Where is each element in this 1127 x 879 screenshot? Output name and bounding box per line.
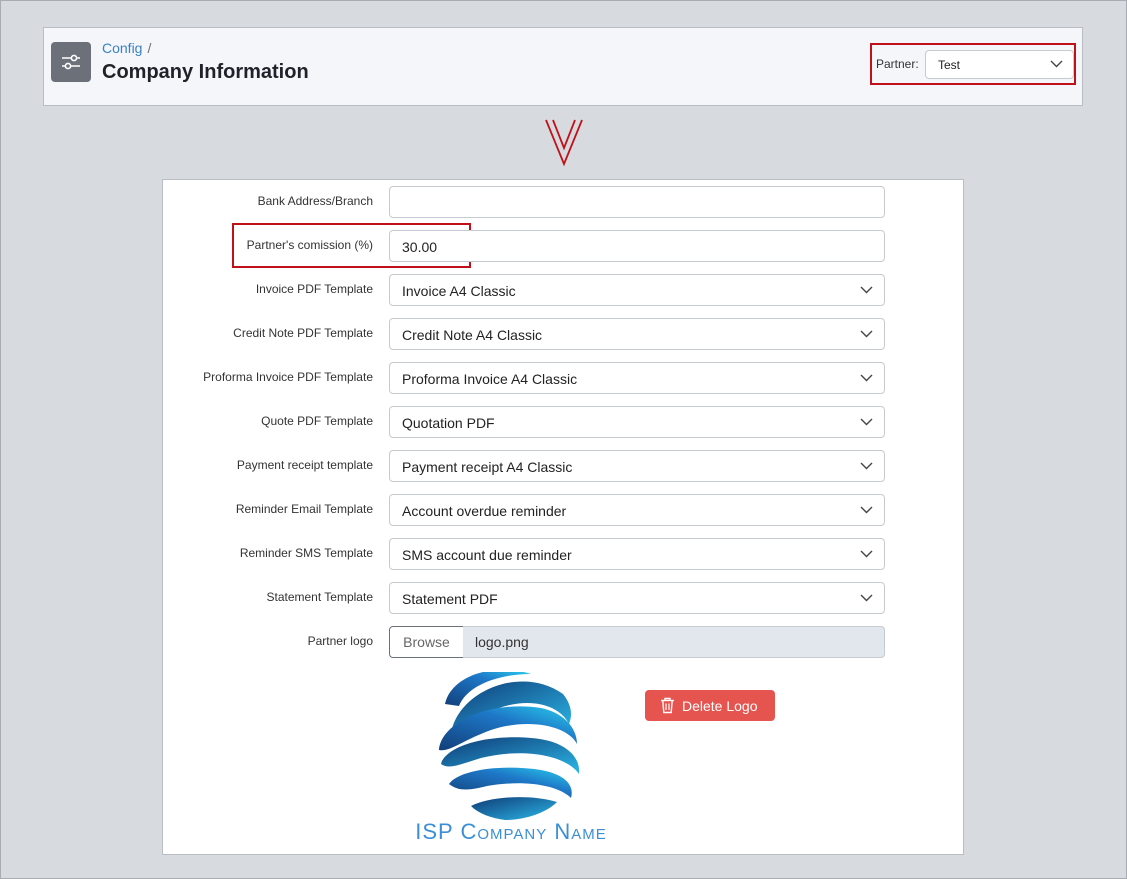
form-row-commission: Partner's comission (%) 30.00	[163, 230, 963, 262]
logo-company-name: ISP Company Name	[415, 819, 607, 844]
form-row-bank-address: Bank Address/Branch	[163, 186, 963, 218]
chevron-down-icon	[860, 506, 873, 514]
partner-label: Partner:	[876, 57, 919, 71]
form-row-proforma-template: Proforma Invoice PDF Template Proforma I…	[163, 362, 963, 394]
statement-template-value: Statement PDF	[402, 591, 498, 607]
credit-note-template-value: Credit Note A4 Classic	[402, 327, 543, 343]
quote-template-label: Quote PDF Template	[261, 414, 373, 428]
reminder-email-template-label: Reminder Email Template	[235, 502, 373, 516]
reminder-email-template-select[interactable]: Account overdue reminder	[389, 494, 885, 526]
down-arrow-icon	[545, 119, 583, 167]
form-row-payment-receipt-template: Payment receipt template Payment receipt…	[163, 450, 963, 482]
page-title: Company Information	[102, 61, 309, 83]
company-logo-globe	[439, 672, 580, 820]
form-row-statement-template: Statement Template Statement PDF	[163, 582, 963, 614]
form-row-quote-template: Quote PDF Template Quotation PDF	[163, 406, 963, 438]
chevron-down-icon	[860, 286, 873, 294]
reminder-sms-template-label: Reminder SMS Template	[239, 546, 373, 560]
payment-receipt-template-label: Payment receipt template	[236, 458, 373, 472]
payment-receipt-template-value: Payment receipt A4 Classic	[402, 459, 573, 475]
logo-file-name[interactable]: logo.png	[463, 626, 885, 658]
page-header: Config / Company Information Partner: Tes…	[43, 27, 1083, 106]
sliders-icon	[51, 42, 91, 82]
commission-value: 30.00	[402, 239, 438, 255]
form-row-reminder-sms-template: Reminder SMS Template SMS account due re…	[163, 538, 963, 570]
bank-address-input[interactable]	[389, 186, 885, 218]
chevron-down-icon	[860, 550, 873, 558]
invoice-template-label: Invoice PDF Template	[255, 282, 373, 296]
proforma-template-label: Proforma Invoice PDF Template	[203, 370, 373, 384]
bank-address-label: Bank Address/Branch	[257, 194, 373, 208]
statement-template-label: Statement Template	[266, 590, 373, 604]
partner-select-value: Test	[938, 58, 961, 72]
delete-logo-button[interactable]: Delete Logo	[645, 690, 775, 721]
breadcrumb-config-link[interactable]: Config	[102, 40, 142, 56]
form-row-invoice-template: Invoice PDF Template Invoice A4 Classic	[163, 274, 963, 306]
quote-template-select[interactable]: Quotation PDF	[389, 406, 885, 438]
browse-button[interactable]: Browse	[389, 626, 464, 658]
reminder-sms-template-select[interactable]: SMS account due reminder	[389, 538, 885, 570]
credit-note-template-label: Credit Note PDF Template	[233, 326, 373, 340]
form-row-reminder-email-template: Reminder Email Template Account overdue …	[163, 494, 963, 526]
delete-logo-label: Delete Logo	[682, 698, 758, 714]
partner-select[interactable]: Test	[925, 50, 1074, 79]
proforma-template-value: Proforma Invoice A4 Classic	[402, 371, 578, 387]
commission-label: Partner's comission (%)	[246, 238, 373, 252]
company-info-form: Bank Address/Branch Partner's comission …	[162, 179, 964, 855]
chevron-down-icon	[860, 418, 873, 426]
trash-icon	[661, 697, 674, 714]
commission-input[interactable]: 30.00	[389, 230, 885, 262]
partner-highlight: Partner: Test	[870, 43, 1076, 85]
invoice-template-value: Invoice A4 Classic	[402, 283, 516, 299]
chevron-down-icon	[860, 462, 873, 470]
statement-template-select[interactable]: Statement PDF	[389, 582, 885, 614]
chevron-down-icon	[1050, 60, 1063, 68]
reminder-email-template-value: Account overdue reminder	[402, 503, 567, 519]
chevron-down-icon	[860, 594, 873, 602]
credit-note-template-select[interactable]: Credit Note A4 Classic	[389, 318, 885, 350]
invoice-template-select[interactable]: Invoice A4 Classic	[389, 274, 885, 306]
payment-receipt-template-select[interactable]: Payment receipt A4 Classic	[389, 450, 885, 482]
breadcrumb-separator: /	[147, 40, 152, 56]
form-row-credit-note-template: Credit Note PDF Template Credit Note A4 …	[163, 318, 963, 350]
breadcrumb: Config /	[102, 40, 151, 56]
quote-template-value: Quotation PDF	[402, 415, 495, 431]
proforma-template-select[interactable]: Proforma Invoice A4 Classic	[389, 362, 885, 394]
chevron-down-icon	[860, 374, 873, 382]
chevron-down-icon	[860, 330, 873, 338]
partner-logo-label: Partner logo	[307, 634, 373, 648]
reminder-sms-template-value: SMS account due reminder	[402, 547, 572, 563]
form-row-partner-logo: Partner logo Browse logo.png	[163, 626, 963, 658]
